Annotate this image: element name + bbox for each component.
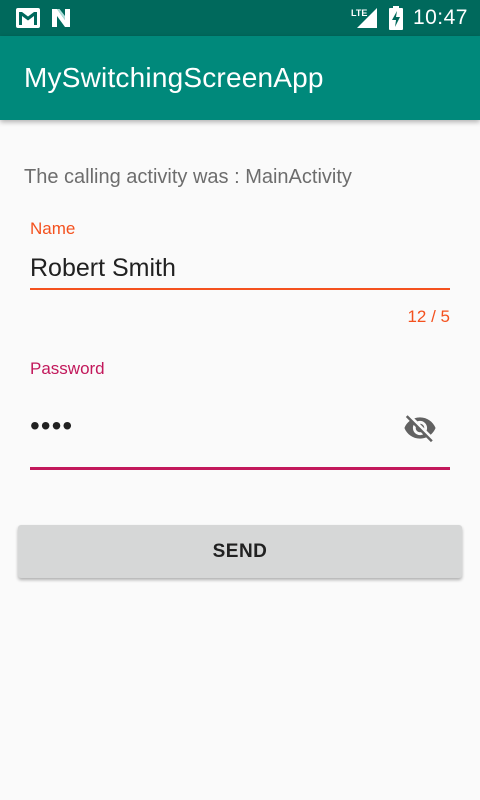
status-bar: LTE 10:47	[0, 0, 480, 36]
battery-charging-icon	[388, 6, 403, 30]
password-field-label: Password	[30, 359, 105, 378]
n-notification-icon	[52, 9, 70, 27]
name-character-counter: 12 / 5	[407, 307, 450, 326]
app-title: MySwitchingScreenApp	[24, 62, 324, 93]
app-bar: MySwitchingScreenApp	[0, 36, 480, 120]
network-label: LTE	[351, 8, 367, 18]
status-left-icons	[16, 7, 72, 29]
name-field-label: Name	[30, 219, 76, 238]
send-button[interactable]: SEND	[18, 525, 462, 578]
status-time: 10:47	[412, 6, 468, 29]
visibility-off-icon[interactable]	[402, 411, 438, 445]
password-input[interactable]: ••••	[30, 410, 73, 442]
lte-signal-icon: LTE	[351, 8, 377, 28]
caller-activity-text: The calling activity was : MainActivity	[24, 166, 352, 188]
name-input-underline	[30, 288, 450, 290]
status-right-icons: LTE 10:47	[351, 0, 468, 36]
gmail-icon	[16, 8, 40, 28]
name-input[interactable]: Robert Smith	[30, 254, 176, 283]
password-input-underline	[30, 467, 450, 470]
